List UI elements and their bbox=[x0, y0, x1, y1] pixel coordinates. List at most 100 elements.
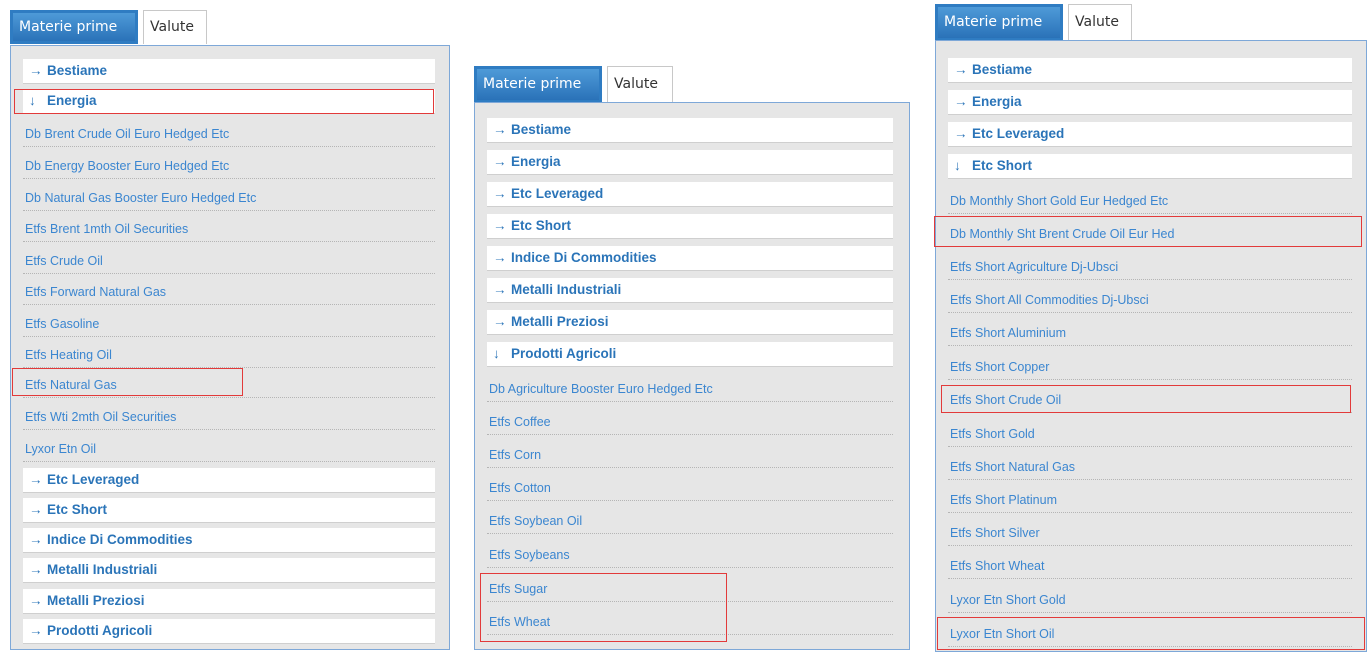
section-bestiame[interactable]: → Bestiame bbox=[23, 59, 435, 84]
arrow-right-icon: → bbox=[493, 314, 507, 329]
list-item[interactable]: Etfs Brent 1mth Oil Securities bbox=[23, 217, 435, 242]
list-item[interactable]: Etfs Coffee bbox=[487, 410, 893, 435]
highlight-box bbox=[941, 385, 1351, 413]
list-item[interactable]: Etfs Soybeans bbox=[487, 543, 893, 568]
list-item[interactable]: Db Monthly Short Gold Eur Hedged Etc bbox=[948, 189, 1352, 214]
highlight-box bbox=[14, 89, 434, 114]
arrow-down-icon: ↓ bbox=[493, 346, 500, 361]
section-metalli-preziosi[interactable]: → Metalli Preziosi bbox=[487, 310, 893, 335]
tab-valute[interactable]: Valute bbox=[607, 66, 673, 103]
section-bestiame[interactable]: → Bestiame bbox=[948, 58, 1352, 83]
arrow-right-icon: → bbox=[493, 218, 507, 233]
tab-materie-prime[interactable]: Materie prime bbox=[935, 4, 1063, 41]
list-item[interactable]: Etfs Short Silver bbox=[948, 521, 1352, 546]
list-item[interactable]: Etfs Short Wheat bbox=[948, 554, 1352, 579]
list-item[interactable]: Etfs Short Natural Gas bbox=[948, 455, 1352, 480]
list-item[interactable]: Etfs Short Platinum bbox=[948, 488, 1352, 513]
arrow-right-icon: → bbox=[29, 532, 43, 547]
section-bestiame[interactable]: → Bestiame bbox=[487, 118, 893, 143]
section-etc-short[interactable]: → Etc Short bbox=[487, 214, 893, 239]
list-item[interactable]: Etfs Soybean Oil bbox=[487, 509, 893, 534]
section-label: Energia bbox=[511, 154, 561, 169]
section-label: Prodotti Agricoli bbox=[511, 346, 617, 361]
arrow-right-icon: → bbox=[29, 593, 43, 608]
arrow-right-icon: → bbox=[954, 62, 968, 77]
section-prodotti-agricoli[interactable]: ↓ Prodotti Agricoli bbox=[487, 342, 893, 367]
list-item[interactable]: Etfs Wti 2mth Oil Securities bbox=[23, 405, 435, 430]
section-label: Metalli Preziosi bbox=[47, 593, 145, 608]
tab-materie-prime[interactable]: Materie prime bbox=[10, 10, 138, 44]
section-prodotti-agricoli[interactable]: → Prodotti Agricoli bbox=[23, 619, 435, 644]
section-energia[interactable]: → Energia bbox=[948, 90, 1352, 115]
list-item[interactable]: Etfs Short Agriculture Dj-Ubsci bbox=[948, 255, 1352, 280]
section-label: Bestiame bbox=[511, 122, 572, 137]
section-label: Etc Leveraged bbox=[47, 472, 140, 487]
arrow-right-icon: → bbox=[29, 63, 43, 78]
section-etc-leveraged[interactable]: → Etc Leveraged bbox=[487, 182, 893, 207]
list-item[interactable]: Lyxor Etn Short Gold bbox=[948, 588, 1352, 613]
section-label: Indice Di Commodities bbox=[47, 532, 193, 547]
section-indice-di-commodities[interactable]: → Indice Di Commodities bbox=[487, 246, 893, 271]
section-label: Metalli Industriali bbox=[47, 562, 158, 577]
section-label: Bestiame bbox=[972, 62, 1033, 77]
section-metalli-industriali[interactable]: → Metalli Industriali bbox=[487, 278, 893, 303]
section-etc-leveraged[interactable]: → Etc Leveraged bbox=[948, 122, 1352, 147]
list-item[interactable]: Etfs Short Aluminium bbox=[948, 321, 1352, 346]
highlight-box bbox=[937, 617, 1365, 650]
section-metalli-preziosi[interactable]: → Metalli Preziosi bbox=[23, 589, 435, 614]
commodity-list: → Bestiame ↓ Energia Db Brent Crude Oil Eu… bbox=[10, 45, 450, 650]
section-label: Etc Short bbox=[972, 158, 1033, 173]
section-energia[interactable]: → Energia bbox=[487, 150, 893, 175]
list-item[interactable]: Etfs Corn bbox=[487, 443, 893, 468]
arrow-right-icon: → bbox=[954, 94, 968, 109]
tab-valute[interactable]: Valute bbox=[143, 10, 207, 44]
arrow-right-icon: → bbox=[493, 250, 507, 265]
section-etc-short[interactable]: → Etc Short bbox=[23, 498, 435, 523]
list-item[interactable]: Db Agriculture Booster Euro Hedged Etc bbox=[487, 377, 893, 402]
section-label: Etc Short bbox=[511, 218, 572, 233]
section-indice-di-commodities[interactable]: → Indice Di Commodities bbox=[23, 528, 435, 553]
arrow-right-icon: → bbox=[29, 623, 43, 638]
list-item[interactable]: Etfs Gasoline bbox=[23, 312, 435, 337]
list-item[interactable]: Etfs Short Gold bbox=[948, 422, 1352, 447]
arrow-right-icon: → bbox=[29, 562, 43, 577]
section-label: Metalli Preziosi bbox=[511, 314, 609, 329]
highlight-box bbox=[480, 573, 727, 642]
list-item[interactable]: Etfs Crude Oil bbox=[23, 249, 435, 274]
section-etc-short[interactable]: ↓ Etc Short bbox=[948, 154, 1352, 179]
section-label: Etc Leveraged bbox=[511, 186, 604, 201]
arrow-down-icon: ↓ bbox=[954, 158, 961, 173]
section-label: Etc Short bbox=[47, 502, 108, 517]
section-label: Prodotti Agricoli bbox=[47, 623, 153, 638]
panel-2: Materie prime Valute → Bestiame → Energia … bbox=[474, 66, 910, 650]
list-item[interactable]: Etfs Cotton bbox=[487, 476, 893, 501]
highlight-box bbox=[934, 216, 1362, 247]
list-item[interactable]: Db Brent Crude Oil Euro Hedged Etc bbox=[23, 122, 435, 147]
list-item[interactable]: Lyxor Etn Oil bbox=[23, 437, 435, 462]
panel-3: Materie prime Valute → Bestiame → Energia … bbox=[935, 4, 1367, 652]
list-item[interactable]: Etfs Short All Commodities Dj-Ubsci bbox=[948, 288, 1352, 313]
arrow-right-icon: → bbox=[493, 186, 507, 201]
section-label: Metalli Industriali bbox=[511, 282, 622, 297]
arrow-right-icon: → bbox=[954, 126, 968, 141]
tab-materie-prime[interactable]: Materie prime bbox=[474, 66, 602, 103]
list-item[interactable]: Etfs Forward Natural Gas bbox=[23, 280, 435, 305]
arrow-right-icon: → bbox=[493, 122, 507, 137]
highlight-box bbox=[12, 368, 243, 396]
tab-valute[interactable]: Valute bbox=[1068, 4, 1132, 41]
arrow-right-icon: → bbox=[29, 502, 43, 517]
commodity-list: → Bestiame → Energia → Etc Leveraged → Etc S… bbox=[474, 102, 910, 650]
section-label: Indice Di Commodities bbox=[511, 250, 657, 265]
list-item[interactable]: Etfs Heating Oil bbox=[23, 343, 435, 368]
commodity-list: → Bestiame → Energia → Etc Leveraged ↓ Etc S… bbox=[935, 40, 1367, 652]
section-etc-leveraged[interactable]: → Etc Leveraged bbox=[23, 468, 435, 493]
section-label: Energia bbox=[972, 94, 1022, 109]
section-label: Bestiame bbox=[47, 63, 108, 78]
list-item[interactable]: Etfs Short Copper bbox=[948, 355, 1352, 380]
arrow-right-icon: → bbox=[493, 282, 507, 297]
list-item[interactable]: Db Natural Gas Booster Euro Hedged Etc bbox=[23, 186, 435, 211]
arrow-right-icon: → bbox=[493, 154, 507, 169]
section-metalli-industriali[interactable]: → Metalli Industriali bbox=[23, 558, 435, 583]
arrow-right-icon: → bbox=[29, 472, 43, 487]
list-item[interactable]: Db Energy Booster Euro Hedged Etc bbox=[23, 154, 435, 179]
